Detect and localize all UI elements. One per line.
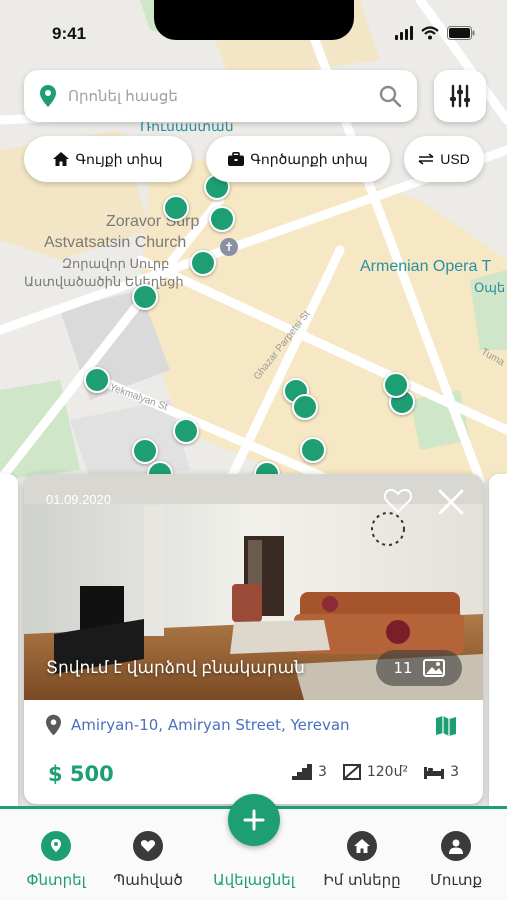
map-label-church-hy-1: Զորավոր Սուրբ [62, 256, 170, 271]
nav-login[interactable]: Մուտք [406, 831, 506, 889]
floor-value: 3 [317, 764, 327, 780]
photo-count: 11 [393, 659, 413, 677]
listing-marker[interactable] [383, 372, 409, 398]
listing-specs: 3 120մ² 3 [291, 764, 459, 780]
search-input[interactable]: Որոնել հասցե [68, 87, 379, 105]
listing-marker[interactable] [300, 437, 326, 463]
area-spec: 120մ² [342, 764, 409, 780]
deal-type-chip-label: Գործարքի տիպ [250, 150, 368, 167]
address-search-bar[interactable]: Որոնել հասցե [24, 70, 417, 122]
briefcase-icon [228, 152, 245, 166]
listing-photo[interactable]: 01.09.2020 Տրվում է վարձով բնակարան 11 [24, 474, 483, 700]
status-icons [395, 26, 475, 40]
floor-spec: 3 [291, 764, 327, 780]
listing-marker[interactable] [190, 250, 216, 276]
home-icon [53, 152, 70, 166]
listing-marker[interactable] [132, 284, 158, 310]
listing-marker[interactable] [163, 195, 189, 221]
nav-saved-label: Պահված [113, 871, 183, 889]
battery-icon [447, 26, 475, 40]
deal-type-chip[interactable]: Գործարքի տիպ [206, 136, 390, 182]
previous-listing-card[interactable] [0, 474, 18, 814]
location-pin-icon [40, 85, 56, 107]
currency-chip-label: USD [440, 151, 470, 167]
listing-card[interactable]: 01.09.2020 Տրվում է վարձով բնակարան 11 A… [24, 474, 483, 804]
listing-title: Տրվում է վարձով բնակարան [46, 658, 305, 677]
map-search-icon [41, 831, 71, 861]
listing-marker[interactable] [173, 418, 199, 444]
nav-saved[interactable]: Պահված [98, 831, 198, 889]
swap-arrows-icon [418, 153, 434, 165]
area-icon [342, 764, 361, 780]
photo-count-badge[interactable]: 11 [376, 650, 462, 686]
map-label-church-en-2: Astvatsatsin Church [44, 234, 187, 251]
home-icon [347, 831, 377, 861]
sliders-icon [450, 84, 470, 108]
listing-date: 01.09.2020 [46, 492, 112, 507]
map-label-opera-hy: Օպե [474, 280, 506, 295]
image-icon [422, 659, 445, 677]
device-notch [154, 0, 354, 40]
listing-address-text: Amiryan-10, Amiryan Street, Yerevan [71, 716, 350, 734]
listing-address[interactable]: Amiryan-10, Amiryan Street, Yerevan [46, 714, 350, 736]
heart-icon[interactable] [384, 488, 412, 514]
home-type-chip[interactable]: Գույքի տիպ [24, 136, 192, 182]
plus-icon [243, 809, 265, 831]
nav-my-homes[interactable]: Իմ տները [312, 831, 412, 889]
map-label-opera-en: Armenian Opera T [360, 258, 492, 275]
map-directions-icon[interactable] [434, 714, 458, 738]
add-listing-button[interactable] [228, 794, 280, 846]
status-time: 9:41 [52, 24, 87, 43]
location-pin-icon [46, 714, 61, 736]
signal-icon [395, 26, 413, 40]
rooms-spec: 3 [424, 764, 459, 780]
listing-marker[interactable] [132, 438, 158, 464]
home-type-chip-label: Գույքի տիպ [75, 150, 163, 167]
listing-marker[interactable] [209, 206, 235, 232]
nav-search[interactable]: Փնտրել [6, 831, 106, 889]
map-label-church-hy-2: Աստվածածին Եկեղեցի [24, 274, 184, 289]
church-icon: ✝ [220, 238, 238, 256]
bed-icon [424, 767, 445, 779]
area-value: 120մ² [366, 764, 409, 780]
wifi-icon [421, 26, 439, 40]
listing-marker[interactable] [84, 367, 110, 393]
listing-marker[interactable] [292, 394, 318, 420]
stairs-icon [291, 764, 312, 780]
heart-icon [133, 831, 163, 861]
listing-price: $ 500 [48, 762, 114, 786]
currency-chip[interactable]: USD [404, 136, 484, 182]
rooms-value: 3 [450, 764, 459, 780]
next-listing-card[interactable] [489, 474, 507, 814]
search-icon[interactable] [379, 85, 401, 107]
nav-my-homes-label: Իմ տները [323, 871, 401, 889]
filters-button[interactable] [434, 70, 486, 122]
nav-add-label: Ավելացնել [213, 871, 295, 889]
user-icon [441, 831, 471, 861]
nav-login-label: Մուտք [429, 871, 483, 889]
close-icon[interactable] [437, 488, 465, 516]
nav-search-label: Փնտրել [26, 871, 86, 889]
